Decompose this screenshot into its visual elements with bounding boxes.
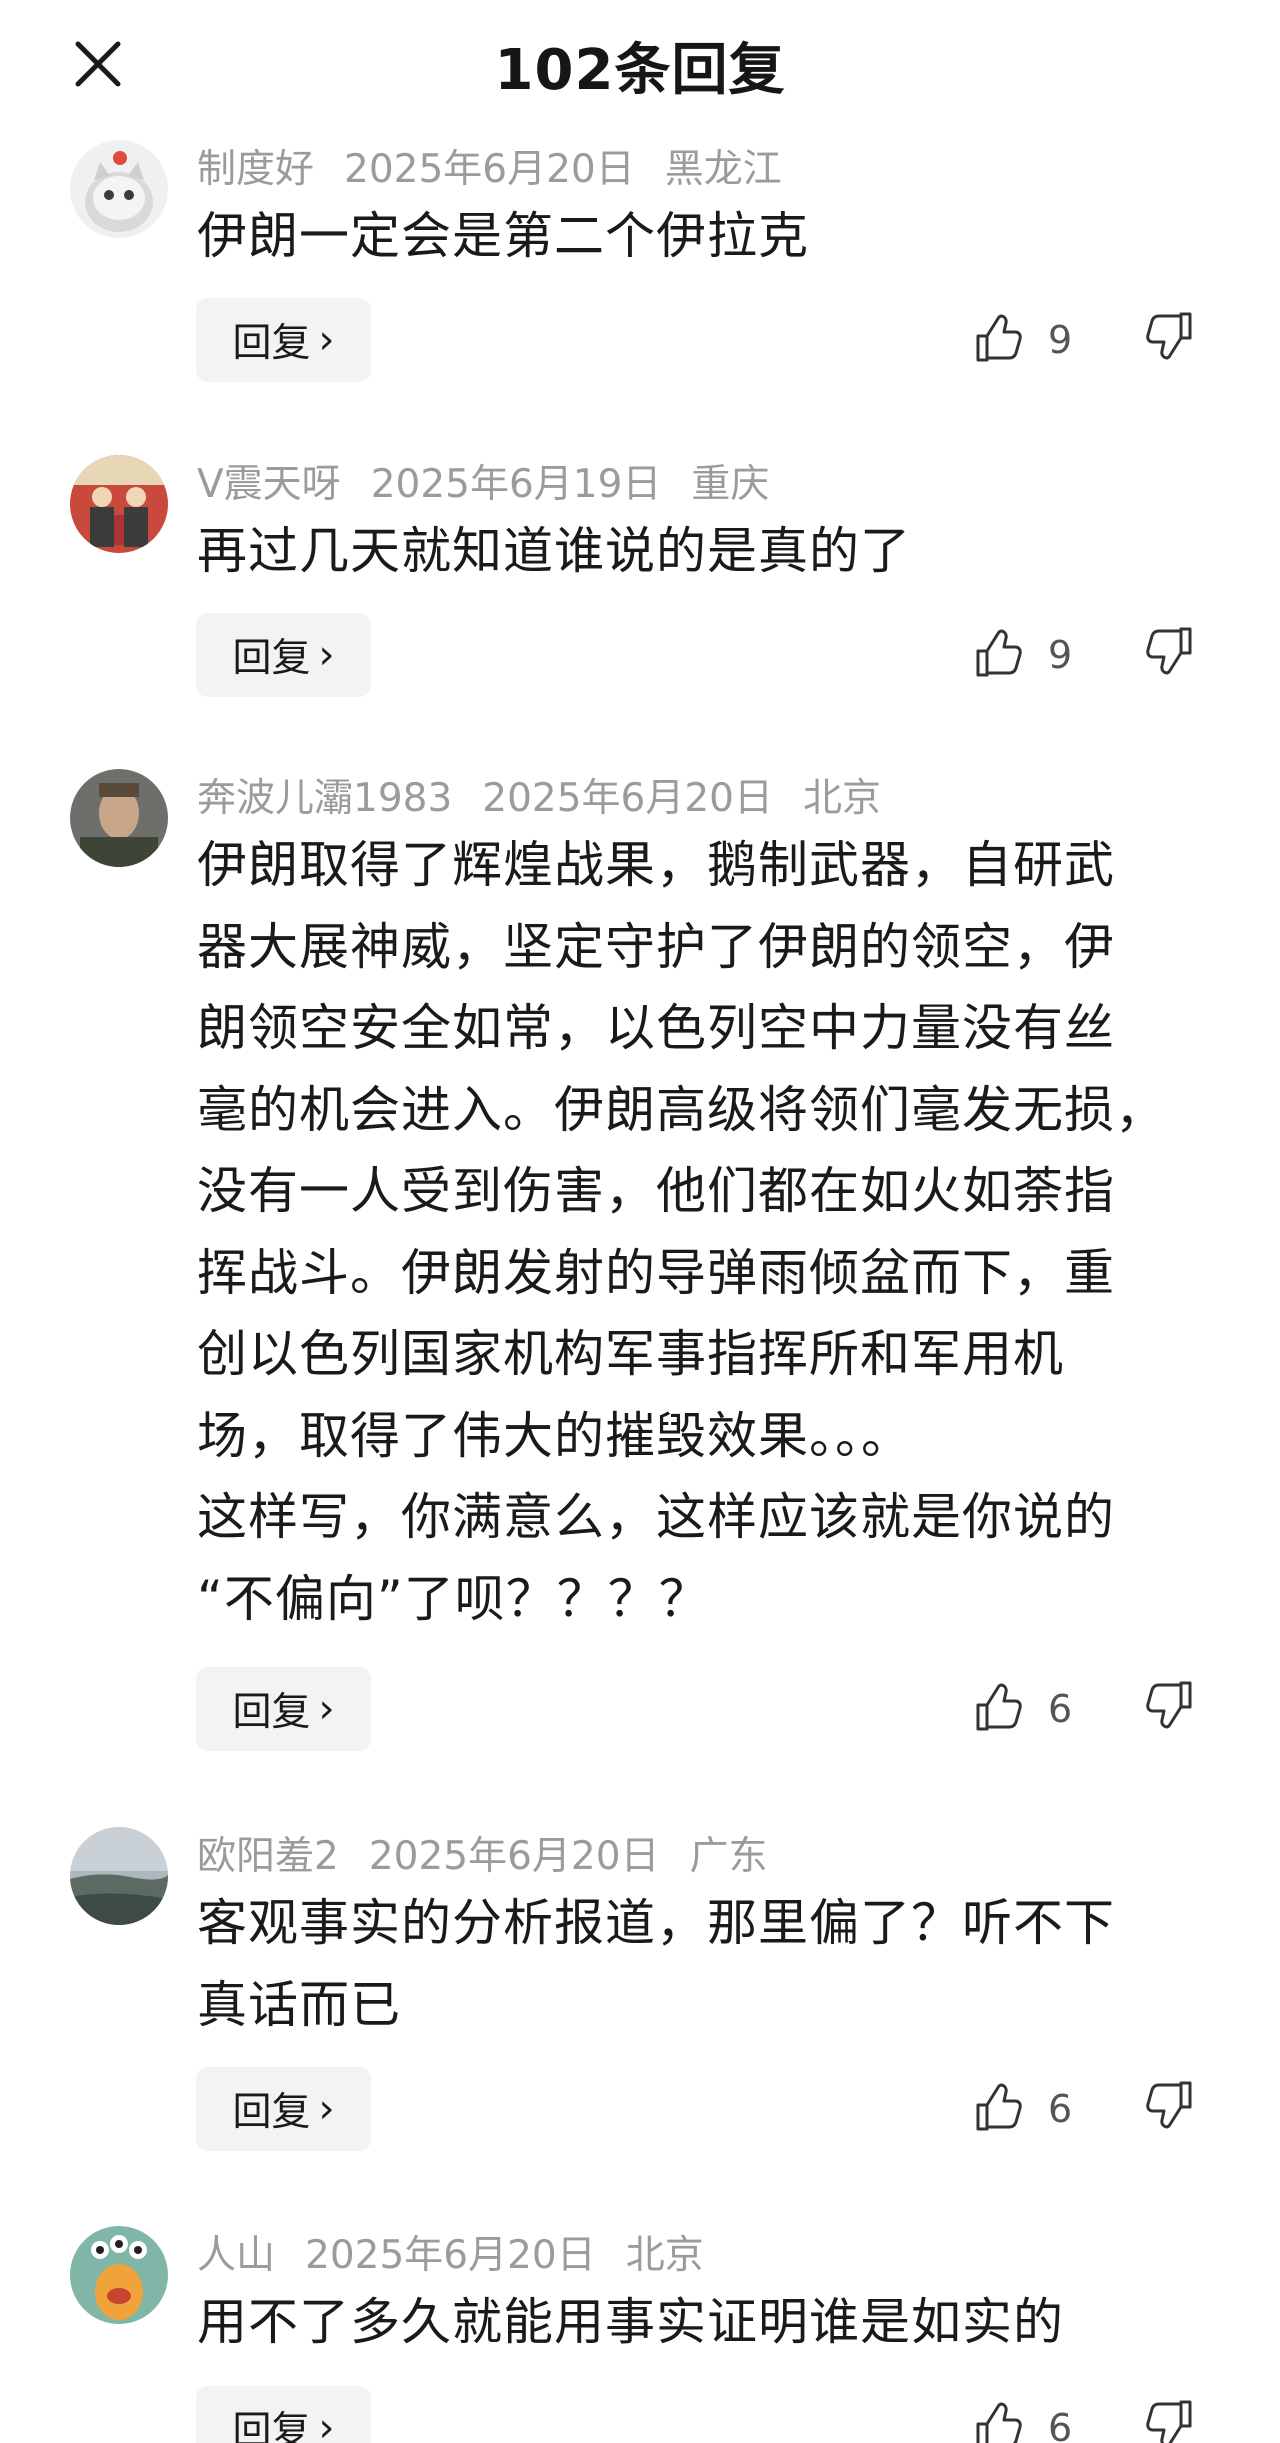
dislike-button[interactable] [1142, 2075, 1210, 2143]
comment-meta: 奔波儿灞1983 2025年6月20日 北京 [197, 769, 911, 829]
thumbs-down-icon [1146, 312, 1192, 360]
comment-text-line: 再过几天就知道谁说的是真的了 [197, 522, 911, 580]
thumbs-up-icon [976, 2402, 1022, 2443]
comment-location: 黑龙江 [664, 147, 782, 192]
thumbs-down-icon [1146, 627, 1192, 675]
comment-date: 2025年6月19日 [370, 462, 662, 507]
chevron-right-icon: › [318, 2086, 335, 2132]
comment-text-line: 没有一人受到伤害，他们都在如火如荼指 [197, 1162, 1115, 1220]
comment-text-line: 创以色列国家机构军事指挥所和军用机 [197, 1325, 1064, 1383]
thumbs-up-icon [976, 629, 1022, 677]
reply-label: 回复 [232, 636, 311, 681]
comment-date: 2025年6月20日 [305, 2233, 596, 2278]
comment-username[interactable]: 人山 [197, 2233, 275, 2278]
comment-date: 2025年6月20日 [344, 147, 635, 192]
comment-username[interactable]: 奔波儿灞1983 [197, 776, 452, 821]
comment-location: 北京 [625, 2233, 704, 2278]
chevron-right-icon: › [318, 632, 335, 678]
reply-label: 回复 [232, 321, 311, 366]
avatar[interactable] [70, 1827, 168, 1925]
like-button[interactable]: 9 [970, 306, 1072, 374]
reply-button[interactable]: 回复 › [196, 298, 371, 382]
chevron-right-icon: › [318, 2405, 335, 2443]
dislike-button[interactable] [1142, 621, 1210, 689]
comment-text: 伊朗取得了辉煌战果，鹅制武器，自研武 器大展神威，坚定守护了伊朗的领空，伊 朗领… [197, 825, 1217, 1640]
reply-label: 回复 [232, 2090, 311, 2135]
like-button[interactable]: 6 [970, 1675, 1072, 1743]
comment-text-line: 客观事实的分析报道，那里偏了？听不下 [197, 1894, 1115, 1952]
comment-text-line: 朗领空安全如常，以色列空中力量没有丝 [197, 999, 1115, 1057]
avatar[interactable] [70, 2226, 168, 2324]
avatar[interactable] [70, 769, 168, 867]
comment-text-line: 真话而已 [197, 1975, 401, 2034]
top-bar: 102条回复 [0, 0, 1280, 130]
comment-actions: 回复 › 6 [0, 1667, 1280, 1751]
comment-location: 重庆 [691, 462, 770, 507]
comment-meta: V震天呀 2025年6月19日 重庆 [197, 455, 799, 515]
comment-text: 伊朗一定会是第二个伊拉克 [197, 196, 1217, 278]
comment-location: 广东 [689, 1834, 768, 1879]
like-button[interactable]: 6 [970, 2394, 1072, 2443]
thumbs-up-icon [976, 1683, 1022, 1731]
comment-username[interactable]: 制度好 [197, 147, 314, 192]
comment-username[interactable]: 欧阳羞2 [197, 1834, 339, 1879]
chevron-right-icon: › [318, 317, 335, 363]
comment-text: 客观事实的分析报道，那里偏了？听不下 真话而已 [197, 1883, 1217, 2046]
thumbs-down-icon [1146, 1681, 1192, 1729]
comment-text-line: “不偏向”了呗？？？？ [197, 1569, 710, 1628]
comment-meta: 制度好 2025年6月20日 黑龙江 [197, 140, 812, 200]
comment-text-line: 器大展神威，坚定守护了伊朗的领空，伊 [197, 917, 1115, 976]
comment-actions: 回复 › 9 [0, 613, 1280, 697]
like-button[interactable]: 9 [970, 621, 1072, 689]
like-count: 9 [1048, 318, 1073, 362]
avatar[interactable] [70, 140, 168, 238]
like-count: 9 [1048, 633, 1073, 677]
comment-text-line: 挥战斗。伊朗发射的导弹雨倾盆而下，重 [197, 1243, 1115, 1302]
comment-actions: 回复 › 6 [0, 2386, 1280, 2443]
dislike-button[interactable] [1142, 306, 1210, 374]
like-count: 6 [1048, 2087, 1073, 2131]
comment-text: 用不了多久就能用事实证明谁是如实的 [197, 2282, 1217, 2364]
reply-button[interactable]: 回复 › [196, 613, 371, 697]
avatar[interactable] [70, 455, 168, 553]
comment-text-line: 这样写，你满意么，这样应该就是你说的 [197, 1488, 1115, 1546]
comment-actions: 回复 › 9 [0, 298, 1280, 382]
comment-text-line: 毫的机会进入。伊朗高级将领们毫发无损， [197, 1080, 1166, 1139]
reply-label: 回复 [232, 2409, 311, 2443]
comment-meta: 欧阳羞2 2025年6月20日 广东 [197, 1827, 798, 1887]
comment-text-line: 场，取得了伟大的摧毁效果。。。 [197, 1406, 912, 1465]
comment-actions: 回复 › 6 [0, 2067, 1280, 2151]
reply-button[interactable]: 回复 › [196, 1667, 371, 1751]
page-title: 102条回复 [494, 38, 786, 103]
like-count: 6 [1048, 1687, 1073, 1731]
chevron-right-icon: › [318, 1686, 335, 1732]
like-count: 6 [1048, 2406, 1073, 2443]
comment-date: 2025年6月20日 [368, 1834, 660, 1879]
dislike-button[interactable] [1142, 2394, 1210, 2443]
comment-text-line: 用不了多久就能用事实证明谁是如实的 [197, 2293, 1064, 2351]
reply-button[interactable]: 回复 › [196, 2386, 371, 2443]
comment-location: 北京 [802, 776, 881, 821]
comment-text: 再过几天就知道谁说的是真的了 [197, 511, 1217, 593]
comment-text-line: 伊朗一定会是第二个伊拉克 [197, 207, 809, 265]
thumbs-up-icon [976, 314, 1022, 362]
reply-label: 回复 [232, 1690, 311, 1735]
dislike-button[interactable] [1142, 1675, 1210, 1743]
thumbs-up-icon [976, 2083, 1022, 2131]
reply-button[interactable]: 回复 › [196, 2067, 371, 2151]
thumbs-down-icon [1146, 2081, 1192, 2129]
thumbs-down-icon [1146, 2400, 1192, 2443]
like-button[interactable]: 6 [970, 2075, 1072, 2143]
comment-text-line: 伊朗取得了辉煌战果，鹅制武器，自研武 [197, 836, 1115, 894]
comment-username[interactable]: V震天呀 [197, 462, 341, 507]
comment-date: 2025年6月20日 [482, 776, 773, 821]
comment-meta: 人山 2025年6月20日 北京 [197, 2226, 734, 2286]
